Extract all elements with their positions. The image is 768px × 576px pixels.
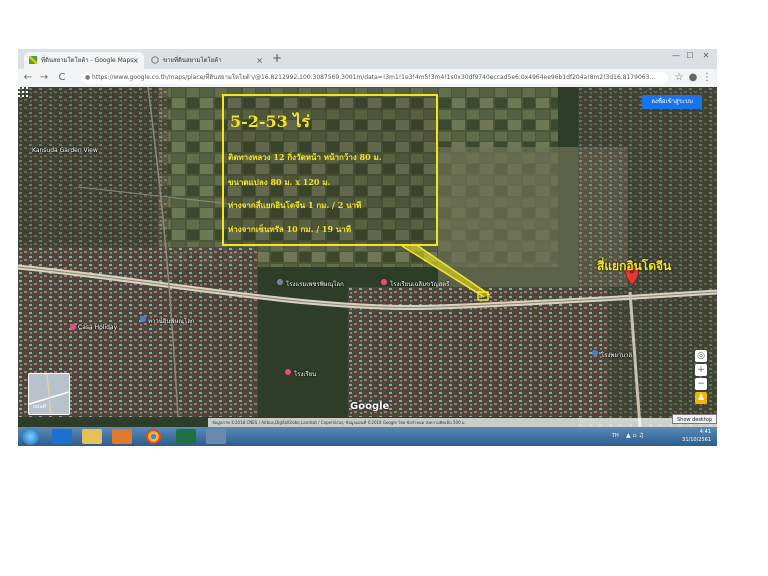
- annotation-line: ห่างจากสี่แยกอินโดจีน 1 กม. / 2 นาที: [228, 200, 362, 210]
- language-indicator[interactable]: TH: [612, 433, 619, 439]
- apps-grid-icon[interactable]: [18, 87, 28, 97]
- map-type-toggle[interactable]: แผนที่: [28, 373, 70, 415]
- annotation-line: ติดทางหลวง 12 กิ่งวัดหน้า หน้ากว้าง 80 ม…: [228, 152, 382, 162]
- screenshot-window: ที่ดินสยามโตโยต้า - Google Maps × ขายที่…: [18, 49, 717, 446]
- zoom-controls: ◎ + − ♟: [695, 350, 707, 412]
- back-button[interactable]: ←: [22, 71, 34, 85]
- lock-icon: ●: [85, 74, 91, 81]
- place-label[interactable]: Kansuda Garden View: [32, 147, 98, 154]
- place-label[interactable]: โรงเรียนเฉลิมขวัญสตรี: [390, 279, 449, 289]
- tab-title: ขายที่ดินสยามโตโยต้า: [163, 57, 222, 64]
- forward-button[interactable]: →: [38, 71, 50, 85]
- compass-icon[interactable]: ◎: [695, 350, 707, 362]
- place-label[interactable]: โรงเรียน: [294, 369, 316, 379]
- show-desktop-tooltip: Show desktop: [672, 414, 717, 424]
- tray-icons[interactable]: ▲▫♫: [626, 432, 646, 439]
- place-label[interactable]: โรงพยาบาล: [601, 350, 632, 360]
- close-window-button[interactable]: ✕: [699, 51, 713, 61]
- browser-toolbar: ← → C ● https://www.google.co.th/maps/pl…: [18, 69, 717, 88]
- google-logo: Google: [350, 401, 390, 412]
- windows-taskbar: TH ▲▫♫ 4:41 31/10/2561: [18, 427, 717, 446]
- place-label[interactable]: Casa Holiday: [78, 324, 117, 331]
- destination-label: สี่แยกอินโดจีน: [597, 259, 672, 273]
- map-type-label: แผนที่: [33, 404, 46, 410]
- pegman-icon[interactable]: ♟: [695, 392, 707, 404]
- tab-strip: ที่ดินสยามโตโยต้า - Google Maps × ขายที่…: [18, 49, 717, 69]
- remote-desktop-icon[interactable]: [206, 429, 226, 444]
- tab-title: ที่ดินสยามโตโยต้า - Google Maps: [41, 57, 134, 64]
- zoom-out-button[interactable]: −: [695, 378, 707, 390]
- annotation-line: ขนาดแปลง 80 ม. x 120 ม.: [228, 177, 331, 187]
- page-favicon-icon: [151, 56, 159, 64]
- new-tab-button[interactable]: +: [272, 51, 282, 65]
- excel-icon[interactable]: [176, 429, 196, 444]
- start-button[interactable]: [22, 428, 39, 445]
- place-label[interactable]: ทาวน์อินพิษณุโลก: [148, 316, 195, 326]
- bookmark-star-icon[interactable]: ☆: [673, 71, 685, 85]
- minimize-button[interactable]: —: [669, 51, 683, 61]
- reload-button[interactable]: C: [56, 71, 68, 85]
- chrome-icon[interactable]: [146, 429, 161, 444]
- clock-time: 4:41: [699, 429, 711, 435]
- tab-close-icon[interactable]: ×: [132, 52, 139, 69]
- maximize-button[interactable]: ☐: [683, 51, 697, 61]
- tab-google-maps[interactable]: ที่ดินสยามโตโยต้า - Google Maps ×: [24, 52, 144, 69]
- satellite-map[interactable]: 5-2-53 ไร่ ติดทางหลวง 12 กิ่งวัดหน้า หน้…: [18, 87, 717, 427]
- system-clock[interactable]: 4:41 31/10/2561: [682, 428, 711, 444]
- zoom-in-button[interactable]: +: [695, 364, 707, 376]
- menu-icon[interactable]: ⋮: [701, 71, 713, 85]
- profile-icon[interactable]: ●: [687, 71, 699, 85]
- maps-favicon-icon: [29, 56, 37, 64]
- media-player-icon[interactable]: [112, 429, 132, 444]
- clock-date: 31/10/2561: [682, 437, 711, 443]
- listing-annotation-box: 5-2-53 ไร่ ติดทางหลวง 12 กิ่งวัดหน้า หน้…: [222, 94, 438, 246]
- sign-in-button[interactable]: ลงชื่อเข้าสู่ระบบ: [642, 95, 702, 109]
- tab-listing[interactable]: ขายที่ดินสยามโตโยต้า ×: [146, 52, 268, 69]
- annotation-line: ห่างจากเซ็นทรัล 10 กม. / 19 นาที: [228, 224, 352, 234]
- place-label[interactable]: โรงแรมเพชรพิษณุโลก: [286, 279, 344, 289]
- land-area-label: 5-2-53 ไร่: [230, 112, 311, 131]
- address-bar[interactable]: ● https://www.google.co.th/maps/place/ที…: [82, 72, 668, 84]
- file-explorer-icon[interactable]: [82, 429, 102, 444]
- tab-close-icon[interactable]: ×: [256, 52, 263, 69]
- map-attribution: ข้อมูลภาพ ©2018 CNES / Airbus,DigitalGlo…: [208, 418, 717, 427]
- internet-explorer-icon[interactable]: [52, 429, 72, 444]
- address-text: https://www.google.co.th/maps/place/ที่ด…: [92, 74, 656, 81]
